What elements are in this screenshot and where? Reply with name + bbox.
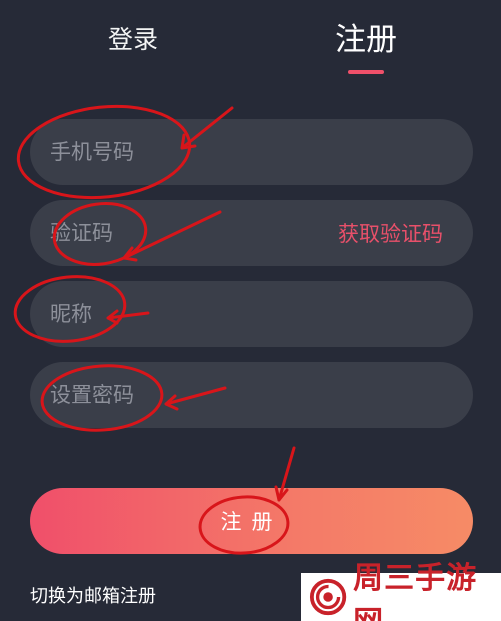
password-input[interactable] bbox=[50, 383, 310, 407]
tab-register[interactable]: 注册 bbox=[328, 20, 404, 60]
verification-code-field: 获取验证码 bbox=[30, 200, 473, 266]
register-button[interactable]: 注册 bbox=[30, 488, 473, 554]
phone-input[interactable] bbox=[50, 140, 310, 164]
get-code-button[interactable]: 获取验证码 bbox=[338, 218, 443, 248]
watermark-logo-icon bbox=[309, 578, 347, 616]
watermark: 周三手游网 bbox=[301, 561, 501, 621]
nickname-field bbox=[30, 281, 473, 347]
active-tab-indicator bbox=[348, 70, 384, 74]
switch-to-email-link[interactable]: 切换为邮箱注册 bbox=[30, 582, 156, 608]
tab-login[interactable]: 登录 bbox=[100, 20, 166, 60]
nickname-input[interactable] bbox=[50, 302, 310, 326]
verification-code-input[interactable] bbox=[50, 221, 310, 245]
phone-field bbox=[30, 119, 473, 185]
password-field bbox=[30, 362, 473, 428]
watermark-text: 周三手游网 bbox=[353, 561, 478, 621]
